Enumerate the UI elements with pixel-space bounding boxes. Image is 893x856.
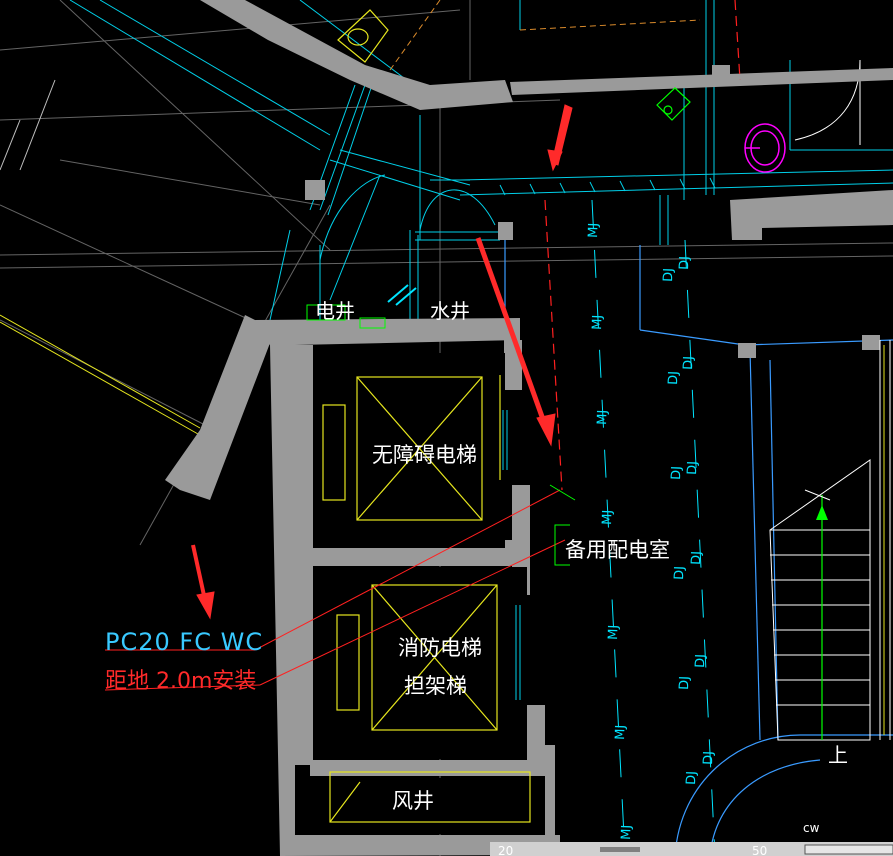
dj-tag-5: DJ [669,466,684,480]
mj-tag-6: MJ [613,725,629,741]
status-bar [490,842,893,856]
label-elevator-accessible: 无障碍电梯 [372,443,477,467]
mj-tag-3: MJ [595,410,611,426]
label-fire-elevator-line1: 消防电梯 [398,636,482,660]
dj-tag-6: DJ [685,461,700,475]
dj-tag-4: DJ [681,356,696,370]
annotation-pc20: PC20 FC WC [105,628,263,656]
label-air-shaft: 风井 [392,789,434,813]
cad-floor-plan-canvas[interactable]: 电井 水井 无障碍电梯 备用配电室 消防电梯 担架梯 风井 PC20 FC WC… [0,0,893,856]
dj-tag-3: DJ [666,371,681,385]
annotation-mount-height: 距地 2.0m安装 [105,669,256,694]
status-left-value: 20 [498,844,513,856]
mj-tag-7: MJ [619,825,635,841]
mj-tag-1: MJ [586,223,602,239]
mj-tag-2: MJ [590,315,606,331]
dj-tag-1: DJ [661,268,676,282]
dj-tag-2: DJ [677,256,692,270]
label-spare-room: 备用配电室 [565,538,670,562]
dj-tag-7: DJ [672,566,687,580]
label-stair-up: 上 [828,743,848,767]
dj-tag-11: DJ [684,771,699,785]
dj-tag-8: DJ [689,551,704,565]
mj-tag-4: MJ [600,510,616,526]
dj-tag-9: DJ [677,676,692,690]
dj-tag-10: DJ [693,654,708,668]
label-elec-shaft: 电井 [315,299,355,323]
mj-tag-5: MJ [606,625,622,641]
dj-tag-12: DJ [701,751,716,765]
label-fire-elevator-line2: 担架梯 [404,674,467,698]
status-right-value: 50 [752,844,767,856]
label-water-shaft: 水井 [430,299,470,323]
label-cw-tag: cw [803,821,820,835]
